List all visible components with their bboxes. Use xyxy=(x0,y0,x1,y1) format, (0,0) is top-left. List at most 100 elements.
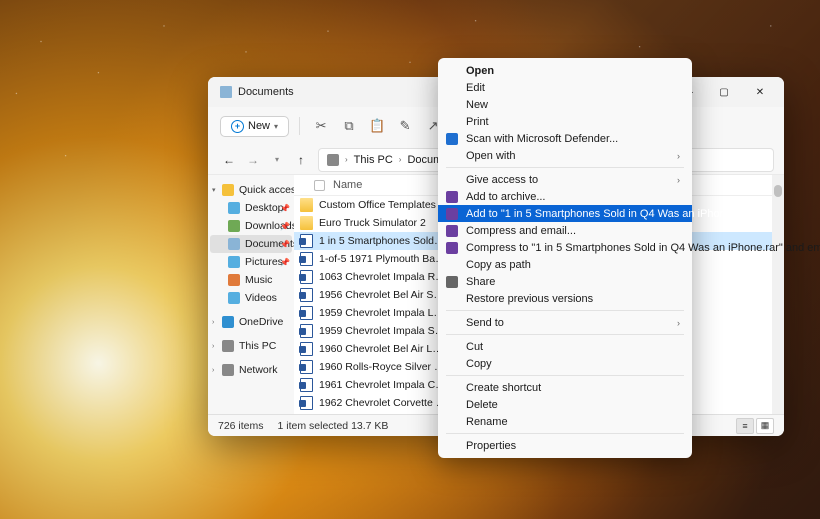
separator xyxy=(446,375,684,376)
paste-icon[interactable]: 📋 xyxy=(366,115,388,137)
menu-item-icon xyxy=(446,191,458,203)
context-add-to-archive-[interactable]: Add to archive... xyxy=(438,188,692,205)
pc-icon xyxy=(327,154,339,166)
menu-item-label: Create shortcut xyxy=(466,382,541,394)
file-name: 1962 Chevrolet Corvette Barn Find Is Reb… xyxy=(319,397,447,409)
pin-icon: 📌 xyxy=(280,240,290,249)
folder-icon xyxy=(228,256,240,268)
context-rename[interactable]: Rename xyxy=(438,413,692,430)
word-doc-icon xyxy=(300,252,313,266)
menu-item-icon xyxy=(446,208,458,220)
context-copy[interactable]: Copy xyxy=(438,355,692,372)
file-name: Euro Truck Simulator 2 xyxy=(319,217,447,229)
context-cut[interactable]: Cut xyxy=(438,338,692,355)
sidebar-quick-access[interactable]: ▾Quick access xyxy=(210,181,292,199)
sidebar: ▾Quick access Desktop📌Downloads📌Document… xyxy=(208,175,294,414)
up-button[interactable]: ↑ xyxy=(290,148,312,172)
chevron-right-icon: › xyxy=(677,175,680,185)
context-open[interactable]: Open xyxy=(438,62,692,79)
context-delete[interactable]: Delete xyxy=(438,396,692,413)
sidebar-this-pc[interactable]: ›This PC xyxy=(210,337,292,355)
menu-item-label: Share xyxy=(466,276,495,288)
context-compress-and-email-[interactable]: Compress and email... xyxy=(438,222,692,239)
file-name: 1959 Chevrolet Impala Left America Searc… xyxy=(319,307,447,319)
context-create-shortcut[interactable]: Create shortcut xyxy=(438,379,692,396)
copy-icon[interactable]: ⧉ xyxy=(338,115,360,137)
plus-icon: + xyxy=(231,120,244,133)
menu-item-label: Open xyxy=(466,65,494,77)
folder-icon xyxy=(228,292,240,304)
sidebar-network[interactable]: ›Network xyxy=(210,361,292,379)
file-name: Custom Office Templates xyxy=(319,199,447,211)
breadcrumb[interactable]: This PC› xyxy=(354,154,402,166)
context-share[interactable]: Share xyxy=(438,273,692,290)
scrollbar[interactable] xyxy=(772,175,784,414)
chevron-down-icon[interactable]: ▾ xyxy=(266,148,288,172)
word-doc-icon xyxy=(300,342,313,356)
word-doc-icon xyxy=(300,324,313,338)
folder-icon xyxy=(300,216,313,230)
sidebar-item-music[interactable]: Music xyxy=(210,271,292,289)
chevron-right-icon: › xyxy=(212,343,214,350)
folder-icon xyxy=(300,198,313,212)
context-new[interactable]: New xyxy=(438,96,692,113)
desktop-wallpaper: Documents — ▢ ✕ +New▾ ✂ ⧉ 📋 ✎ ↗ 🗑 ↑↓Sort… xyxy=(0,0,820,519)
pc-icon xyxy=(222,340,234,352)
context-send-to[interactable]: Send to› xyxy=(438,314,692,331)
scrollbar-thumb[interactable] xyxy=(774,185,782,197)
network-icon xyxy=(222,364,234,376)
menu-item-label: New xyxy=(466,99,488,111)
context-copy-as-path[interactable]: Copy as path xyxy=(438,256,692,273)
menu-item-label: Restore previous versions xyxy=(466,293,593,305)
file-name: 1063 Chevrolet Impala Rotting Away on Pr… xyxy=(319,271,447,283)
file-name: 1960 Rolls-Royce Silver Cloud Is an Amaz… xyxy=(319,361,447,373)
back-button[interactable]: ← xyxy=(218,148,240,172)
separator xyxy=(446,310,684,311)
menu-item-label: Open with xyxy=(466,150,516,162)
cut-icon[interactable]: ✂ xyxy=(310,115,332,137)
file-name: 1 in 5 Smartphones Sold in Q4 Was an iPh… xyxy=(319,235,447,247)
menu-item-label: Add to "1 in 5 Smartphones Sold in Q4 Wa… xyxy=(466,208,752,220)
thumbnails-view-button[interactable]: ▦ xyxy=(756,418,774,434)
context-compress-to-1-in-5-smartphones[interactable]: Compress to "1 in 5 Smartphones Sold in … xyxy=(438,239,692,256)
word-doc-icon xyxy=(300,360,313,374)
menu-item-label: Compress and email... xyxy=(466,225,576,237)
separator xyxy=(446,167,684,168)
context-scan-with-microsoft-defender-[interactable]: Scan with Microsoft Defender... xyxy=(438,130,692,147)
sidebar-item-desktop[interactable]: Desktop📌 xyxy=(210,199,292,217)
context-add-to-1-in-5-smartphones-sold[interactable]: Add to "1 in 5 Smartphones Sold in Q4 Wa… xyxy=(438,205,692,222)
maximize-button[interactable]: ▢ xyxy=(706,77,742,107)
sidebar-onedrive[interactable]: ›OneDrive xyxy=(210,313,292,331)
context-restore-previous-versions[interactable]: Restore previous versions xyxy=(438,290,692,307)
word-doc-icon xyxy=(300,270,313,284)
menu-item-label: Send to xyxy=(466,317,504,329)
menu-item-icon xyxy=(446,242,458,254)
rename-icon[interactable]: ✎ xyxy=(394,115,416,137)
sidebar-item-videos[interactable]: Videos xyxy=(210,289,292,307)
new-button[interactable]: +New▾ xyxy=(220,116,289,137)
menu-item-label: Properties xyxy=(466,440,516,452)
menu-item-label: Copy as path xyxy=(466,259,531,271)
sidebar-item-downloads[interactable]: Downloads📌 xyxy=(210,217,292,235)
chevron-right-icon: › xyxy=(345,155,348,164)
close-button[interactable]: ✕ xyxy=(742,77,778,107)
sidebar-item-pictures[interactable]: Pictures📌 xyxy=(210,253,292,271)
sidebar-item-documents[interactable]: Documents📌 xyxy=(210,235,292,253)
context-edit[interactable]: Edit xyxy=(438,79,692,96)
chevron-right-icon: › xyxy=(212,367,214,374)
menu-item-label: Cut xyxy=(466,341,483,353)
forward-button[interactable]: → xyxy=(242,148,264,172)
star-icon xyxy=(222,184,234,196)
context-open-with[interactable]: Open with› xyxy=(438,147,692,164)
word-doc-icon xyxy=(300,396,313,410)
context-give-access-to[interactable]: Give access to› xyxy=(438,171,692,188)
word-doc-icon xyxy=(300,234,313,248)
details-view-button[interactable]: ≡ xyxy=(736,418,754,434)
separator xyxy=(446,433,684,434)
menu-item-label: Scan with Microsoft Defender... xyxy=(466,133,618,145)
menu-item-label: Rename xyxy=(466,416,508,428)
menu-item-icon xyxy=(446,225,458,237)
select-all-checkbox[interactable] xyxy=(314,180,325,191)
context-properties[interactable]: Properties xyxy=(438,437,692,454)
context-print[interactable]: Print xyxy=(438,113,692,130)
